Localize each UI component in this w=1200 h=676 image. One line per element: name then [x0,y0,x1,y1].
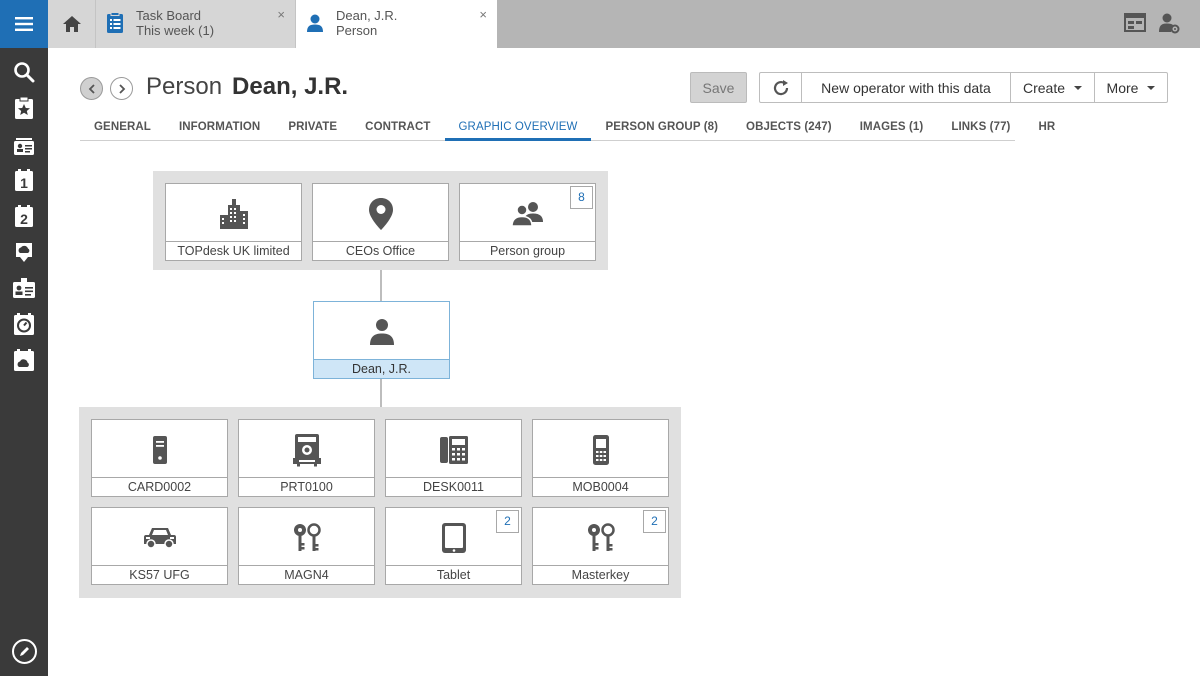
cloud-clipboard-icon[interactable] [12,240,36,264]
contact-card-icon[interactable] [12,276,36,300]
tab-graphic-overview[interactable]: GRAPHIC OVERVIEW [444,114,592,141]
person-icon [307,14,323,32]
object-tile[interactable]: PRT0100 [238,419,375,497]
home-icon [62,16,81,32]
keys-icon [239,520,374,556]
new-operator-button[interactable]: New operator with this data [801,72,1011,103]
tab-general[interactable]: GENERAL [80,114,165,141]
page-title: Person Dean, J.R. [146,73,348,101]
tile-label: MOB0004 [533,477,668,496]
object-tile[interactable]: Tablet 2 [385,507,522,585]
tile-label: DESK0011 [386,477,521,496]
refresh-icon [773,79,788,95]
card-type-label: Person [146,73,223,100]
tile-label: CEOs Office [313,241,448,260]
object-tile[interactable]: Masterkey 2 [532,507,669,585]
tile-label: Masterkey [533,565,668,584]
count-badge: 2 [496,510,519,533]
location-tile[interactable]: CEOs Office [312,183,449,261]
tab-contract[interactable]: CONTRACT [351,114,444,141]
building-icon [166,196,301,232]
object-tile[interactable]: MAGN4 [238,507,375,585]
printer-icon [239,432,374,468]
refresh-button[interactable] [759,72,802,103]
tab-objects[interactable]: OBJECTS (247) [732,114,846,141]
object-tile[interactable]: MOB0004 [532,419,669,497]
tab-person-dean[interactable]: Dean, J.R. Person × [296,0,497,48]
desk-phone-icon [386,432,521,468]
person-group-tile[interactable]: Person group 8 [459,183,596,261]
section-tabs: GENERAL INFORMATION PRIVATE CONTRACT GRA… [80,114,1055,141]
forward-button[interactable] [110,77,133,100]
more-label: More [1106,79,1139,96]
top-tab-bar: Task Board This week (1) × Dean, J.R. Pe… [48,0,1200,48]
tile-label: Person group [460,241,595,260]
object-tile[interactable]: CARD0002 [91,419,228,497]
calendar-1-icon[interactable]: 1 [12,168,36,192]
count-badge: 2 [643,510,666,533]
person-center-tile[interactable]: Dean, J.R. [313,301,450,379]
card-index-icon[interactable] [12,134,36,158]
edit-icon[interactable] [12,639,37,664]
tile-label: CARD0002 [92,477,227,496]
person-icon [314,314,449,350]
branch-tile[interactable]: TOPdesk UK limited [165,183,302,261]
card-device-icon [92,432,227,468]
starred-clipboard-icon[interactable] [12,96,36,120]
back-button[interactable] [80,77,103,100]
tile-label: Tablet [386,565,521,584]
tile-label: TOPdesk UK limited [166,241,301,260]
connector-line [380,379,382,407]
record-name: Dean, J.R. [232,73,349,100]
create-dropdown-button[interactable]: Create [1010,72,1095,103]
object-tile[interactable]: KS57 UFG [91,507,228,585]
tab-private[interactable]: PRIVATE [274,114,351,141]
mobile-phone-icon [533,432,668,468]
close-icon[interactable]: × [479,7,487,22]
chevron-right-icon [118,83,125,94]
car-icon [92,520,227,556]
connector-line [380,270,382,301]
more-dropdown-button[interactable]: More [1094,72,1168,103]
tab-links[interactable]: LINKS (77) [937,114,1024,141]
caret-down-icon [1147,85,1156,90]
svg-text:2: 2 [20,211,28,227]
caret-down-icon [1074,85,1083,90]
tab-task-board[interactable]: Task Board This week (1) × [96,0,296,48]
tab-title: Dean, J.R. [336,8,398,23]
count-badge: 8 [570,186,593,209]
save-button[interactable]: Save [690,72,747,103]
menu-icon[interactable] [0,0,48,48]
calendar-2-icon[interactable]: 2 [12,204,36,228]
close-icon[interactable]: × [277,7,285,22]
cloud-calendar-icon[interactable] [12,348,36,372]
task-list-icon [107,12,123,33]
tile-label: Dean, J.R. [314,359,449,378]
create-label: Create [1022,79,1066,96]
user-settings-icon[interactable] [1158,12,1180,39]
svg-text:1: 1 [20,175,28,191]
stopwatch-clipboard-icon[interactable] [12,312,36,336]
top-right-tools [1124,12,1180,39]
tab-subtitle: Person [336,23,378,38]
location-pin-icon [313,196,448,232]
chevron-left-icon [88,83,95,94]
tile-label: MAGN4 [239,565,374,584]
object-tile[interactable]: DESK0011 [385,419,522,497]
tab-person-group[interactable]: PERSON GROUP (8) [591,114,732,141]
tab-information[interactable]: INFORMATION [165,114,274,141]
tile-label: PRT0100 [239,477,374,496]
tab-hr[interactable]: HR [1025,114,1070,141]
tab-subtitle: This week (1) [136,23,215,38]
tile-label: KS57 UFG [92,565,227,584]
tab-title: Task Board [136,8,202,23]
home-tab[interactable] [48,0,96,48]
left-nav-rail: 1 2 [0,0,48,676]
tab-images[interactable]: IMAGES (1) [846,114,938,141]
search-icon[interactable] [12,60,36,84]
plan-board-icon[interactable] [1124,12,1146,39]
